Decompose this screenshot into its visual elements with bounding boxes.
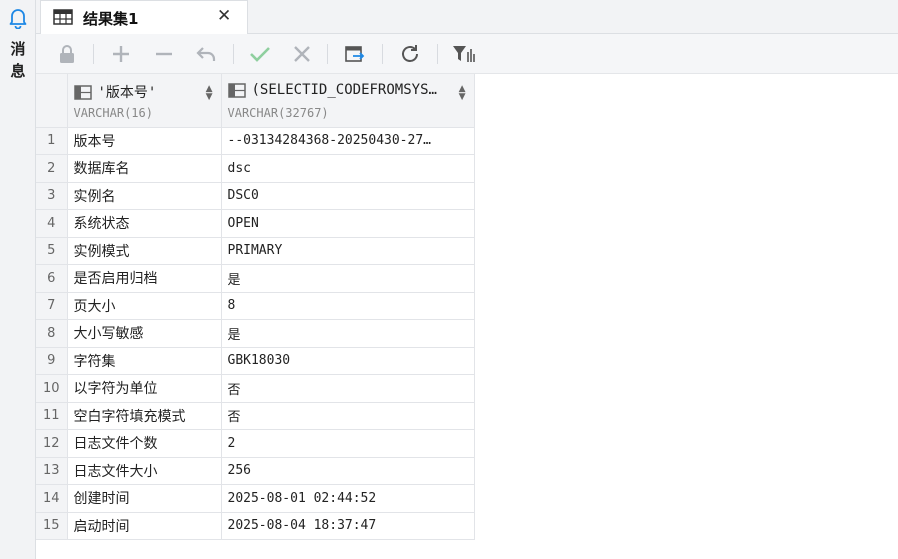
table-row[interactable]: 9 字符集 GBK18030 — [36, 347, 475, 375]
cell-version-field[interactable]: 空白字符填充模式 — [67, 402, 222, 430]
cell-version-field[interactable]: 创建时间 — [67, 484, 222, 513]
toolbar-separator — [437, 44, 438, 64]
cell-version-field[interactable]: 系统状态 — [67, 209, 222, 238]
cell-value[interactable]: 2 — [221, 429, 475, 458]
row-number: 7 — [36, 292, 68, 320]
toolbar-separator — [233, 44, 234, 64]
cell-version-field[interactable]: 页大小 — [67, 292, 222, 320]
toolbar-separator — [382, 44, 383, 64]
cell-version-field[interactable]: 日志文件大小 — [67, 457, 222, 485]
cell-value[interactable]: OPEN — [221, 209, 475, 238]
bell-icon[interactable] — [8, 7, 28, 30]
cell-version-field[interactable]: 大小写敏感 — [67, 319, 222, 348]
row-number: 12 — [36, 429, 68, 458]
cell-value[interactable]: PRIMARY — [221, 237, 475, 265]
sort-icon[interactable]: ▲ ▼ — [206, 85, 213, 102]
column-icon — [227, 82, 246, 98]
add-icon[interactable] — [109, 42, 133, 66]
remove-icon[interactable] — [152, 42, 176, 66]
tab-bar: 结果集1 ✕ — [36, 0, 898, 34]
refresh-icon[interactable] — [398, 42, 422, 66]
cell-value[interactable]: dsc — [221, 154, 475, 183]
cell-value[interactable]: 256 — [221, 457, 475, 485]
cell-value[interactable]: 否 — [221, 402, 475, 430]
cell-value[interactable]: 2025-08-04 18:37:47 — [221, 512, 475, 540]
cell-value[interactable]: GBK18030 — [221, 347, 475, 375]
cell-version-field[interactable]: 实例模式 — [67, 237, 222, 265]
toolbar-separator — [93, 44, 94, 64]
cell-value[interactable]: DSC0 — [221, 182, 475, 210]
column-header-id-code[interactable]: (SELECTID_CODEFROMSYS… VARCHAR(32767) ▲ ▼ — [221, 74, 475, 128]
undo-icon[interactable] — [194, 42, 218, 66]
lock-icon[interactable] — [55, 42, 79, 66]
commit-check-icon[interactable] — [248, 42, 272, 66]
table-row[interactable]: 5 实例模式 PRIMARY — [36, 237, 475, 265]
column-name: (SELECTID_CODEFROMSYS… — [251, 82, 437, 98]
table-row[interactable]: 10 以字符为单位否 — [36, 374, 475, 403]
cell-value[interactable]: 否 — [221, 374, 475, 403]
table-row[interactable]: 13 日志文件大小 256 — [36, 457, 475, 485]
cancel-icon[interactable] — [290, 42, 314, 66]
table-row[interactable]: 11 空白字符填充模式否 — [36, 402, 475, 430]
cell-version-field[interactable]: 启动时间 — [67, 512, 222, 540]
cell-version-field[interactable]: 版本号 — [67, 127, 222, 155]
cell-version-field[interactable]: 实例名 — [67, 182, 222, 210]
row-number: 15 — [36, 512, 68, 540]
table-row[interactable]: 1 版本号 --03134284368-20250430-27… — [36, 127, 475, 155]
cell-version-field[interactable]: 数据库名 — [67, 154, 222, 183]
table-row[interactable]: 6 是否启用归档是 — [36, 264, 475, 293]
tab-label: 结果集1 — [83, 10, 139, 28]
column-name: '版本号' — [97, 85, 157, 101]
cell-version-field[interactable]: 字符集 — [67, 347, 222, 375]
table-row[interactable]: 14 创建时间 2025-08-01 02:44:52 — [36, 484, 475, 513]
cell-version-field[interactable]: 是否启用归档 — [67, 264, 222, 293]
cell-value[interactable]: 8 — [221, 292, 475, 320]
row-number: 9 — [36, 347, 68, 375]
table-row[interactable]: 8 大小写敏感是 — [36, 319, 475, 348]
result-toolbar — [36, 34, 898, 74]
column-type: VARCHAR(32767) — [227, 106, 329, 120]
row-number: 8 — [36, 319, 68, 348]
column-type: VARCHAR(16) — [73, 106, 153, 120]
cell-version-field[interactable]: 日志文件个数 — [67, 429, 222, 458]
table-row[interactable]: 3 实例名 DSC0 — [36, 182, 475, 210]
row-number: 10 — [36, 374, 68, 403]
column-header-version[interactable]: '版本号' VARCHAR(16) ▲ ▼ — [67, 74, 222, 128]
row-number: 14 — [36, 484, 68, 513]
messages-label[interactable]: 消息 — [8, 38, 28, 82]
result-grid: '版本号' VARCHAR(16) ▲ ▼ (SELECTID_CODEFROMS… — [36, 74, 475, 540]
cell-value[interactable]: 是 — [221, 319, 475, 348]
notification-rail: 消息 — [0, 0, 36, 559]
tab-result-set-1[interactable]: 结果集1 ✕ — [40, 0, 248, 34]
cell-value[interactable]: --03134284368-20250430-27… — [221, 127, 475, 155]
grid-body: 1 版本号 --03134284368-20250430-27… 2 数据库名 dsc 3 实… — [36, 127, 475, 540]
row-number: 3 — [36, 182, 68, 210]
table-row[interactable]: 7 页大小 8 — [36, 292, 475, 320]
row-number: 13 — [36, 457, 68, 485]
toolbar-separator — [327, 44, 328, 64]
export-icon[interactable] — [343, 42, 367, 66]
table-row[interactable]: 12 日志文件个数 2 — [36, 429, 475, 458]
row-number: 6 — [36, 264, 68, 293]
row-number: 4 — [36, 209, 68, 238]
sort-icon[interactable]: ▲ ▼ — [459, 85, 466, 102]
table-row[interactable]: 2 数据库名 dsc — [36, 154, 475, 183]
filter-icon[interactable] — [452, 42, 476, 66]
grid-header-row: '版本号' VARCHAR(16) ▲ ▼ (SELECTID_CODEFROMS… — [36, 74, 475, 128]
close-icon[interactable]: ✕ — [217, 6, 231, 26]
row-number: 5 — [36, 237, 68, 265]
table-row[interactable]: 15 启动时间 2025-08-04 18:37:47 — [36, 512, 475, 540]
cell-version-field[interactable]: 以字符为单位 — [67, 374, 222, 403]
row-number: 2 — [36, 154, 68, 183]
row-number: 1 — [36, 127, 68, 155]
table-icon — [53, 9, 73, 29]
table-row[interactable]: 4 系统状态 OPEN — [36, 209, 475, 238]
row-number: 11 — [36, 402, 68, 430]
column-icon — [73, 84, 92, 100]
cell-value[interactable]: 是 — [221, 264, 475, 293]
cell-value[interactable]: 2025-08-01 02:44:52 — [221, 484, 475, 513]
row-number-header — [36, 74, 68, 128]
